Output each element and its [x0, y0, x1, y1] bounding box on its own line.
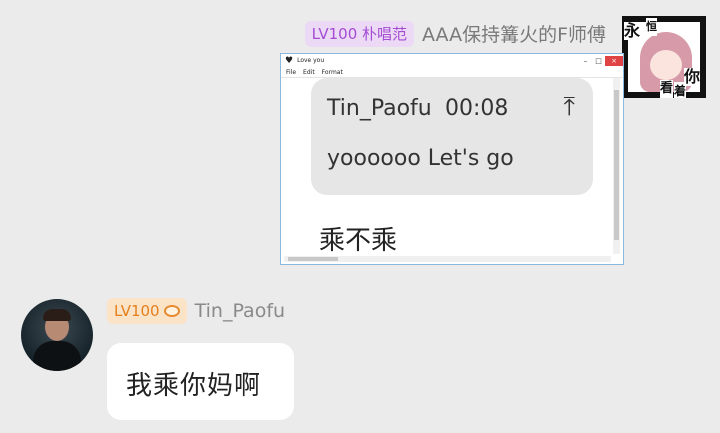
maximize-icon: □ [595, 56, 602, 65]
sender-name[interactable]: AAA保持篝火的F师傅 [422, 20, 606, 47]
avatar-char: 你 [684, 67, 701, 86]
avatar-char: 永 [624, 21, 641, 40]
quoted-text: yoooooo Let's go [327, 146, 514, 171]
message-text: 我乘你妈啊 [126, 371, 262, 401]
top-message-header: LV100 朴唱范 AAA保持篝火的F师傅 [304, 20, 606, 47]
quoted-user-name: Tin_Paofu [327, 96, 432, 121]
fan-badge-icon [163, 305, 180, 317]
note-text: 乘不乘 [319, 226, 398, 256]
heart-icon: ♥ [285, 55, 294, 66]
avatar-char: 看 [660, 80, 674, 98]
message-bubble[interactable]: 我乘你妈啊 [107, 343, 294, 420]
level-badge: LV100 [107, 298, 187, 324]
avatar-body [33, 341, 81, 371]
quoted-time: 00:08 [445, 96, 509, 121]
arrow-up-icon: ⤒ [563, 92, 576, 122]
minimize-icon: – [583, 56, 588, 65]
menu-item-format: Format [321, 68, 343, 76]
sender-avatar[interactable] [21, 299, 93, 371]
window-menubar: File Edit Format [281, 67, 623, 78]
level-badge-label: LV100 [114, 302, 160, 320]
sender-avatar[interactable]: 永 恒 看 着 你 [622, 16, 706, 98]
bottom-message-header: LV100 Tin_Paofu [107, 298, 285, 324]
horizontal-scrollbar [284, 256, 611, 262]
window-titlebar: ♥ Love you – □ × [281, 54, 623, 67]
menu-item-file: File [286, 68, 297, 76]
message-image[interactable]: ♥ Love you – □ × File Edit Format Tin_Pa… [280, 53, 624, 265]
avatar-char: 恒 [646, 18, 657, 36]
window-title: Love you [297, 57, 325, 64]
vertical-scrollbar [613, 78, 620, 254]
avatar-hair [43, 309, 71, 321]
sender-name[interactable]: Tin_Paofu [195, 300, 285, 322]
menu-item-edit: Edit [303, 68, 315, 76]
level-badge: LV100 朴唱范 [304, 20, 415, 47]
window-controls: – □ × [579, 55, 623, 66]
quoted-message: Tin_Paofu 00:08 ⤒ yoooooo Let's go [311, 78, 593, 195]
close-icon: × [605, 55, 623, 66]
